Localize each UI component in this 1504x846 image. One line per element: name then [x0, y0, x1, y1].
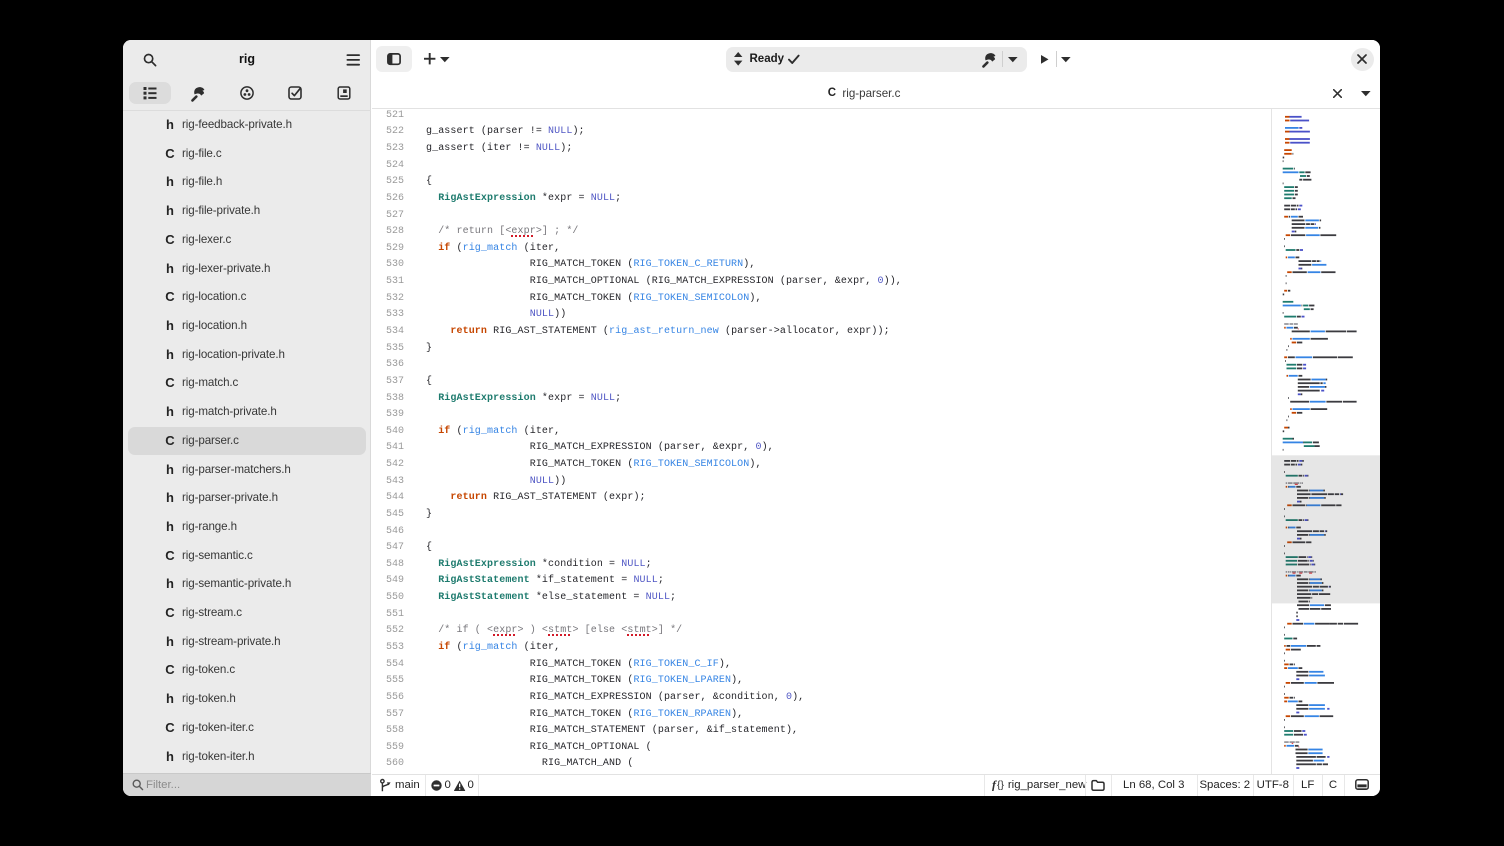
svg-text:{}: {}	[997, 779, 1005, 791]
